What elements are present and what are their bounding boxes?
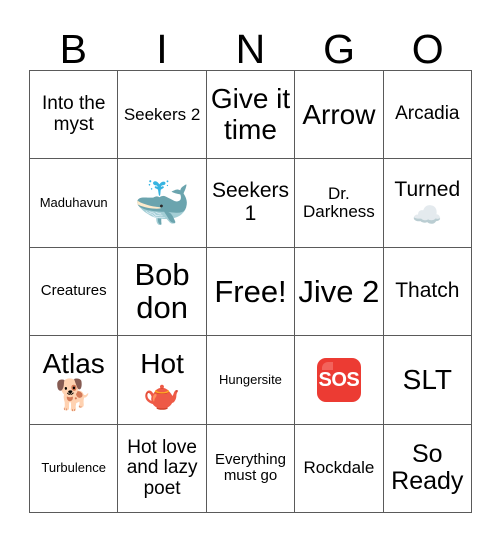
bingo-cell[interactable]: Give it time	[206, 71, 296, 160]
bingo-cell[interactable]: Arcadia	[383, 71, 472, 160]
bingo-cell[interactable]: Bob don	[118, 247, 207, 337]
bingo-cell-label: Maduhavun	[39, 195, 108, 211]
bingo-cell-label: Arrow	[302, 98, 376, 130]
bingo-cell[interactable]: Into the myst	[30, 71, 119, 160]
bingo-cell[interactable]: Rockdale	[295, 424, 384, 513]
bingo-cell[interactable]: Atlas 🐕	[30, 336, 119, 425]
bingo-header-letter-g: G	[323, 26, 356, 72]
bingo-cell[interactable]: Turbulence	[30, 424, 119, 513]
bingo-header-letter-o: O	[411, 26, 444, 72]
bingo-cell[interactable]: Seekers 2	[118, 71, 207, 160]
sos-button-emoji: SOS	[316, 357, 361, 402]
bingo-cell[interactable]: Jive 2	[295, 247, 384, 337]
bingo-cell[interactable]: SOS	[295, 336, 384, 425]
spouting-whale-emoji: 🐳	[133, 176, 191, 231]
bingo-cell-label: Seekers 2	[123, 104, 201, 124]
dog-emoji: 🐕	[55, 377, 93, 413]
bingo-cell-label: Everything must go	[215, 451, 286, 485]
bingo-cell-label: Hot love and lazy poet	[126, 436, 198, 499]
bingo-cell[interactable]: Hot love and lazy poet	[118, 424, 207, 513]
bingo-cell[interactable]: 🐳	[118, 159, 207, 248]
bingo-cell-label: Jive 2	[298, 273, 380, 309]
bingo-cell[interactable]: Arrow	[295, 71, 384, 160]
bingo-cell-label: Free!	[214, 273, 287, 309]
bingo-cell-label: Thatch	[395, 279, 460, 303]
bingo-grid: Into the myst Seekers 2 Give it time Arrow A…	[29, 70, 472, 513]
bingo-cell-label: Bob don	[134, 257, 190, 326]
bingo-cell-label: Dr. Darkness	[302, 183, 375, 222]
bingo-cell-label: Turned	[394, 178, 461, 202]
teapot-emoji: 🫖	[143, 377, 181, 413]
bingo-cell[interactable]: Hot 🫖	[118, 336, 207, 425]
bingo-cell-label: Atlas	[42, 348, 105, 380]
bingo-cell[interactable]: SLT	[383, 336, 472, 425]
bingo-cell-label: Give it time	[210, 83, 291, 145]
bingo-card: B I N G O Into the myst Seekers 2 Give it time…	[0, 0, 500, 544]
bingo-cell[interactable]: Maduhavun	[30, 159, 119, 248]
bingo-cell[interactable]: Creatures	[30, 247, 119, 337]
bingo-cell[interactable]: Turned ☁️	[383, 159, 472, 248]
bingo-header-letter-n: N	[235, 26, 266, 72]
bingo-header-letter-i: I	[156, 26, 168, 72]
bingo-cell-label: So Ready	[391, 440, 464, 496]
bingo-cell[interactable]: So Ready	[383, 424, 472, 513]
bingo-free-space-cell[interactable]: Free!	[206, 247, 296, 337]
bingo-cell-label: Hot	[140, 348, 184, 380]
bingo-cell-label: Seekers 1	[211, 179, 290, 226]
bingo-cell[interactable]: Seekers 1	[206, 159, 296, 248]
cloud-emoji: ☁️	[412, 200, 443, 229]
bingo-cell-label: Creatures	[40, 282, 107, 300]
sos-text: SOS	[318, 368, 360, 391]
bingo-cell[interactable]: Hungersite	[206, 336, 296, 425]
bingo-cell-label: SLT	[402, 363, 452, 395]
bingo-cell-label: Turbulence	[41, 460, 106, 476]
bingo-cell-label: Into the myst	[42, 93, 106, 135]
bingo-cell[interactable]: Everything must go	[206, 424, 296, 513]
bingo-cell-label: Arcadia	[395, 103, 460, 125]
bingo-cell-label: Hungersite	[219, 371, 282, 387]
bingo-header-letter-b: B	[59, 26, 87, 72]
bingo-header-row: BINGO	[29, 12, 472, 70]
bingo-cell-label: Rockdale	[303, 458, 375, 478]
bingo-cell[interactable]: Dr. Darkness	[295, 159, 384, 248]
bingo-cell[interactable]: Thatch	[383, 247, 472, 337]
